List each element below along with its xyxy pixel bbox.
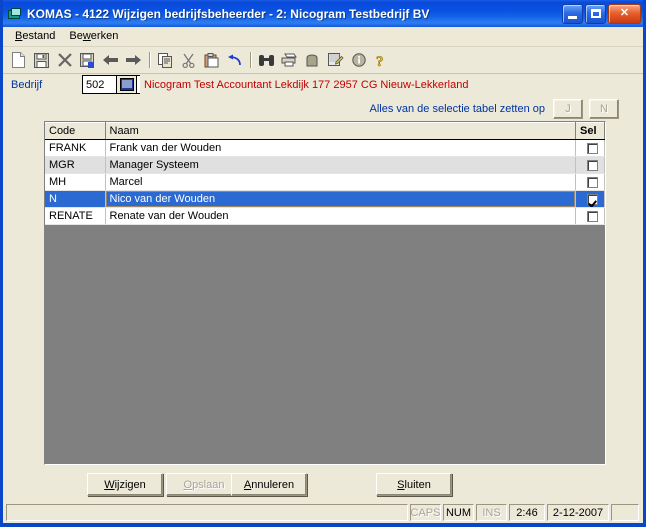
save-icon[interactable]: [30, 49, 53, 71]
checkbox-unchecked[interactable]: [586, 210, 598, 222]
menu-bewerken[interactable]: Bewerken: [63, 29, 126, 44]
print-icon[interactable]: [278, 49, 301, 71]
toolbar-separator: [250, 52, 251, 68]
cut-icon[interactable]: [177, 49, 200, 71]
action-button-row: Wijzigen Opslaan Annuleren Sluiten: [3, 473, 643, 503]
menu-bestand[interactable]: Bestand: [9, 29, 63, 44]
bedrijf-lookup-button[interactable]: [116, 75, 137, 94]
toolbar: ?: [3, 47, 643, 74]
window-controls: ✕: [562, 3, 641, 24]
table-row[interactable]: RENATE Renate van der Wouden: [45, 207, 605, 225]
cell-code: MH: [45, 173, 106, 191]
select-all-no-button[interactable]: N: [589, 99, 619, 119]
table-row[interactable]: MGR Manager Systeem: [45, 156, 605, 174]
bedrijf-row: Bedrijf 502 Nicogram Test Accountant Lek…: [3, 73, 643, 97]
close-icon: ✕: [619, 7, 630, 19]
edit-form-icon[interactable]: [324, 49, 347, 71]
minimize-button[interactable]: [562, 3, 583, 24]
cell-sel[interactable]: [575, 173, 605, 191]
cell-naam: Renate van der Wouden: [105, 207, 576, 225]
title-bar: KOMAS - 4122 Wijzigen bedrijfsbeheerder …: [3, 0, 643, 27]
forward-arrow-icon[interactable]: [122, 49, 145, 71]
table-row[interactable]: N Nico van der Wouden: [45, 190, 605, 208]
select-all-yes-button[interactable]: J: [553, 99, 583, 119]
grid-header-row: Code Naam Sel: [45, 122, 605, 140]
status-ins: INS: [476, 504, 507, 521]
cell-sel[interactable]: [575, 190, 605, 208]
cell-naam: Frank van der Wouden: [105, 139, 576, 157]
status-num: NUM: [443, 504, 474, 521]
copy-icon[interactable]: [154, 49, 177, 71]
folder-icon: [7, 6, 23, 22]
bedrijf-info-text: Nicogram Test Accountant Lekdijk 177 295…: [144, 79, 469, 91]
table-row[interactable]: MH Marcel: [45, 173, 605, 191]
bedrijf-label: Bedrijf: [11, 79, 43, 91]
table-row[interactable]: FRANK Frank van der Wouden: [45, 139, 605, 157]
column-header-code[interactable]: Code: [45, 122, 106, 140]
delete-icon[interactable]: [53, 49, 76, 71]
status-tail: [611, 504, 639, 521]
checkbox-unchecked[interactable]: [586, 142, 598, 154]
status-time: 2:46: [509, 504, 545, 521]
status-bar: CAPS NUM INS 2:46 2-12-2007: [3, 502, 643, 523]
svg-text:?: ?: [376, 54, 384, 68]
cell-code: N: [45, 190, 106, 208]
toolbar-separator: [149, 52, 150, 68]
cell-code: FRANK: [45, 139, 106, 157]
beheerders-grid[interactable]: Code Naam Sel FRANK Frank van der Wouden M…: [44, 121, 606, 465]
bedrijf-input-value: 502: [86, 78, 105, 91]
new-icon[interactable]: [7, 49, 30, 71]
column-header-sel[interactable]: Sel: [575, 122, 605, 140]
client-area: Bestand Bewerken ? Bedrijf 502 Nicogram …: [3, 27, 643, 523]
save-as-icon[interactable]: [76, 49, 99, 71]
back-arrow-icon[interactable]: [99, 49, 122, 71]
selection-toggle-row: Alles van de selectie tabel zetten op J …: [3, 99, 643, 121]
checkbox-unchecked[interactable]: [586, 176, 598, 188]
cell-code: RENATE: [45, 207, 106, 225]
grid-table: Code Naam Sel FRANK Frank van der Wouden M…: [45, 122, 605, 225]
sluiten-button[interactable]: Sluiten: [376, 473, 452, 496]
menu-bar: Bestand Bewerken: [3, 27, 643, 47]
undo-icon[interactable]: [223, 49, 246, 71]
find-icon[interactable]: [255, 49, 278, 71]
cell-focus-border: [105, 191, 575, 207]
checkbox-unchecked[interactable]: [586, 159, 598, 171]
cell-naam: Nico van der Wouden: [105, 190, 576, 208]
window-title: KOMAS - 4122 Wijzigen bedrijfsbeheerder …: [27, 6, 430, 21]
status-message: [6, 504, 408, 521]
cell-sel[interactable]: [575, 156, 605, 174]
wijzigen-button[interactable]: Wijzigen: [87, 473, 163, 496]
column-header-naam[interactable]: Naam: [105, 122, 576, 140]
paste-icon[interactable]: [200, 49, 223, 71]
annuleren-button[interactable]: Annuleren: [231, 473, 307, 496]
maximize-button[interactable]: [585, 3, 606, 24]
list-lookup-icon: [119, 78, 134, 91]
status-caps: CAPS: [410, 504, 441, 521]
help-icon[interactable]: ?: [370, 49, 393, 71]
cell-naam: Marcel: [105, 173, 576, 191]
grid-empty-area: [45, 225, 605, 464]
checkbox-checked[interactable]: [586, 193, 598, 205]
status-date: 2-12-2007: [547, 504, 609, 521]
close-button[interactable]: ✕: [608, 3, 641, 24]
cell-code: MGR: [45, 156, 106, 174]
cell-sel[interactable]: [575, 139, 605, 157]
application-window: KOMAS - 4122 Wijzigen bedrijfsbeheerder …: [0, 0, 646, 527]
cell-naam: Manager Systeem: [105, 156, 576, 174]
selection-label: Alles van de selectie tabel zetten op: [369, 103, 545, 115]
cell-sel[interactable]: [575, 207, 605, 225]
info-icon[interactable]: [347, 49, 370, 71]
preview-icon[interactable]: [301, 49, 324, 71]
